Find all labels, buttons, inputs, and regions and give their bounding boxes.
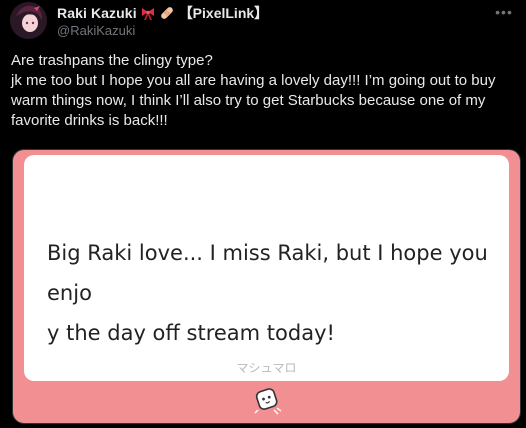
card-brand-label: マシュマロ [236, 361, 297, 375]
author-handle[interactable]: @RakiKazuki [57, 23, 135, 38]
bandage-icon [159, 5, 175, 21]
tweet-text: Are trashpans the clingy type? jk me too… [11, 51, 521, 131]
affiliation-tag: 【PixelLink】 [178, 5, 269, 21]
ribbon-icon [140, 5, 156, 21]
card-message-panel: Big Raki love... I miss Raki, but I hope… [24, 155, 509, 381]
marshmallow-card[interactable]: Big Raki love... I miss Raki, but I hope… [12, 149, 521, 424]
avatar[interactable] [10, 2, 47, 39]
display-name[interactable]: Raki Kazuki [57, 5, 137, 21]
more-options-icon[interactable]: ••• [492, 2, 516, 22]
tweet-line-1: Are trashpans the clingy type? [11, 52, 213, 69]
tweet-line-2: jk me too but I hope you all are having … [11, 72, 496, 129]
card-message-line-1: Big Raki love... I miss Raki, but I hope… [47, 241, 488, 305]
tweet: Raki Kazuki 【PixelLink】 @RakiKazuki ••• … [0, 0, 526, 428]
author-name-row[interactable]: Raki Kazuki 【PixelLink】 [57, 3, 268, 23]
card-message: Big Raki love... I miss Raki, but I hope… [47, 233, 497, 353]
card-message-line-2: y the day off stream today! [47, 321, 335, 345]
marshmallow-mascot-icon [250, 383, 284, 417]
